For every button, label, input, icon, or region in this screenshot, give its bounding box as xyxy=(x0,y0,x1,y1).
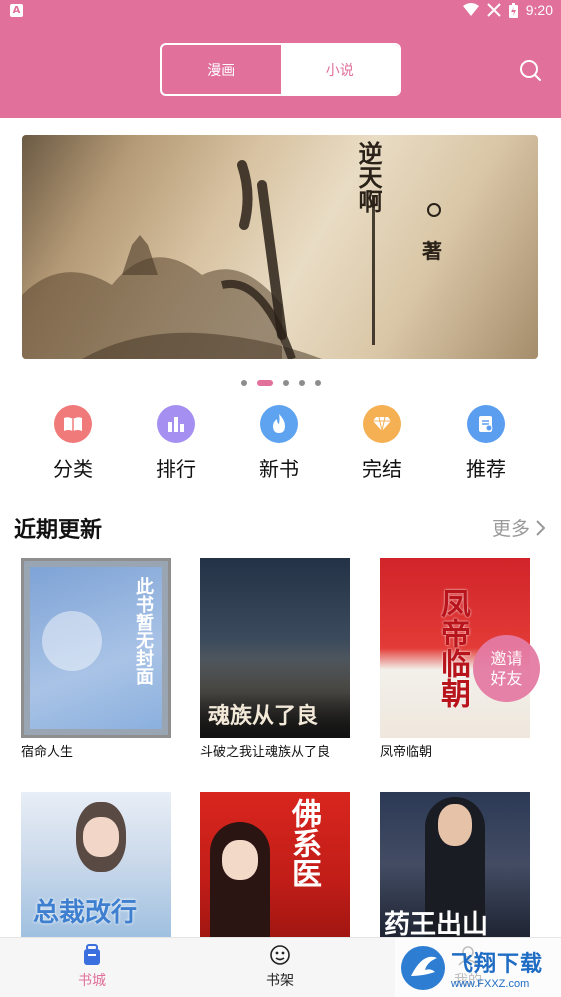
status-right: 9:20 xyxy=(462,2,553,18)
more-link[interactable]: 更多 xyxy=(492,514,545,541)
tab-label: 书城 xyxy=(78,973,106,989)
tab-novel[interactable]: 小说 xyxy=(280,45,399,94)
book-title: 宿命人生 xyxy=(21,745,74,760)
document-icon xyxy=(467,405,505,443)
cover-text: 佛系医 xyxy=(286,798,321,888)
carousel-dot[interactable] xyxy=(240,380,247,386)
carousel-dot-active[interactable] xyxy=(256,380,273,386)
wifi-icon xyxy=(462,3,479,16)
quick-link-label: 推荐 xyxy=(466,457,506,481)
book-title: 凤帝临朝 xyxy=(380,745,433,760)
more-label: 更多 xyxy=(491,518,530,540)
cover-text: 此书暂无封面 xyxy=(133,577,154,685)
chevron-right-icon xyxy=(536,519,545,536)
tab-label: 书架 xyxy=(266,973,294,989)
search-icon[interactable] xyxy=(518,58,542,82)
carousel-dot[interactable] xyxy=(314,380,321,386)
watermark-text: 飞翔下载 www.FXXZ.com xyxy=(451,946,543,990)
tab-bookstore[interactable]: 书城 xyxy=(52,944,132,990)
watermark-cn: 飞翔下载 xyxy=(451,951,544,977)
quick-link-category[interactable]: 分类 xyxy=(41,405,105,482)
quick-link-label: 新书 xyxy=(259,457,299,481)
app-header: A 9:20 漫画 小说 xyxy=(0,0,561,118)
cover-face xyxy=(438,804,472,846)
tab-manga[interactable]: 漫画 xyxy=(162,45,281,94)
quick-link-recommend[interactable]: 推荐 xyxy=(454,405,518,482)
watermark-url: www.FXXZ.com xyxy=(451,977,530,990)
watermark-logo xyxy=(401,945,445,990)
quick-link-label: 分类 xyxy=(53,457,93,481)
cover-text: 凤帝临朝 xyxy=(435,588,470,708)
cover-ornament xyxy=(42,611,102,671)
book-cover: 药王出山 xyxy=(380,792,530,937)
book-cover: 魂族从了良 xyxy=(200,558,350,738)
cover-text: 魂族从了良 xyxy=(208,704,319,729)
book-title: 斗破之我让魂族从了良 xyxy=(200,745,331,760)
book-card[interactable]: 药王出山 xyxy=(380,792,530,937)
cover-face xyxy=(222,840,258,880)
book-card[interactable]: 总裁改行 xyxy=(21,792,171,937)
quick-link-ranking[interactable]: 排行 xyxy=(144,405,208,482)
no-sim-icon xyxy=(487,3,501,17)
site-watermark: 飞翔下载 www.FXXZ.com xyxy=(395,938,561,997)
section-title-recent: 近期更新 xyxy=(14,518,103,543)
tab-bookshelf[interactable]: 书架 xyxy=(240,944,320,990)
bookshelf-icon xyxy=(270,945,290,965)
banner-carousel[interactable]: 逆天啊 著 xyxy=(22,135,538,359)
status-badge: A xyxy=(10,4,23,17)
carousel-dot[interactable] xyxy=(298,380,305,386)
cover-face xyxy=(83,817,119,857)
book-card[interactable]: 此书暂无封面 宿命人生 xyxy=(21,558,171,760)
quick-link-completed[interactable]: 完结 xyxy=(350,405,414,482)
content-type-switch: 漫画 小说 xyxy=(160,43,401,96)
bar-chart-icon xyxy=(157,405,195,443)
invite-friends-button[interactable]: 邀请好友 xyxy=(473,635,540,702)
banner-author-suffix: 著 xyxy=(422,239,442,263)
status-bar: A 9:20 xyxy=(0,0,561,22)
book-cover: 佛系医 xyxy=(200,792,350,937)
battery-icon xyxy=(508,2,518,18)
book-cover: 总裁改行 xyxy=(21,792,171,937)
quick-link-label: 完结 xyxy=(362,457,402,481)
book-card[interactable]: 魂族从了良 斗破之我让魂族从了良 xyxy=(200,558,350,760)
cover-text: 药王出山 xyxy=(384,910,489,937)
banner-artwork xyxy=(22,160,441,359)
book-cover: 此书暂无封面 xyxy=(21,558,171,738)
banner-title: 逆天啊 xyxy=(354,141,382,213)
quick-link-new-books[interactable]: 新书 xyxy=(247,405,311,482)
cover-text: 总裁改行 xyxy=(33,898,138,928)
status-time: 9:20 xyxy=(525,2,553,18)
flame-icon xyxy=(260,405,298,443)
book-card[interactable]: 佛系医 xyxy=(200,792,350,937)
carousel-dot[interactable] xyxy=(282,380,289,386)
book-icon xyxy=(54,405,92,443)
diamond-icon xyxy=(363,405,401,443)
quick-link-label: 排行 xyxy=(156,457,196,481)
carousel-indicator xyxy=(0,380,561,386)
bookstore-icon xyxy=(84,944,100,965)
